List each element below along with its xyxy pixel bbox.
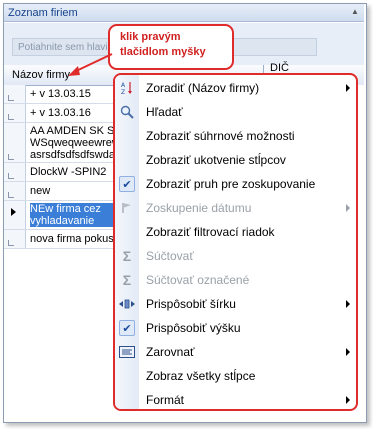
row-indicator[interactable]: [4, 104, 26, 122]
submenu-arrow-icon: [346, 300, 350, 308]
submenu-arrow-icon: [346, 348, 350, 356]
check-icon: ✔: [119, 176, 135, 192]
menu-item-show-all-columns[interactable]: Zobraz všetky stĺpce: [115, 364, 356, 388]
row-indicator[interactable]: [4, 163, 26, 181]
submenu-arrow-icon: [346, 204, 350, 212]
menu-item-label: Formát: [146, 393, 185, 407]
menu-item-label: Prispôsobiť výšku: [146, 321, 241, 335]
sigma-icon: Σ: [122, 248, 132, 264]
menu-item-label: Zoradiť (Názov firmy): [146, 81, 260, 95]
svg-text:Z: Z: [121, 89, 125, 95]
menu-item-sort[interactable]: AZ Zoradiť (Názov firmy): [115, 76, 356, 100]
menu-item-label: Súčtovať: [146, 249, 194, 263]
menu-item-label: Zobraziť filtrovací riadok: [146, 225, 275, 239]
menu-item-label: Zobraziť pruh pre zoskupovanie: [146, 177, 316, 191]
menu-item-fit-width[interactable]: Prispôsobiť šírku: [115, 292, 356, 316]
menu-item-filter-row[interactable]: Zobraziť filtrovací riadok: [115, 220, 356, 244]
align-icon: [119, 344, 135, 360]
scroll-up-icon[interactable]: ▲: [350, 6, 360, 18]
flag-icon: [119, 200, 135, 216]
svg-text:A: A: [121, 82, 126, 89]
menu-item-column-pinning[interactable]: Zobraziť ukotvenie stĺpcov: [115, 148, 356, 172]
search-icon: [119, 104, 135, 120]
row-indicator[interactable]: [4, 85, 26, 103]
annotation-text: klik pravým tlačidlom myšky: [120, 30, 230, 60]
menu-item-align[interactable]: Zarovnať: [115, 340, 356, 364]
window-title: Zoznam firiem: [4, 4, 364, 22]
menu-item-fit-height[interactable]: ✔ Prispôsobiť výšku: [115, 316, 356, 340]
menu-item-sum[interactable]: Σ Súčtovať: [115, 244, 356, 268]
annotation-line-2: tlačidlom myšky: [120, 46, 206, 58]
menu-item-label: Súčtovať označené: [146, 273, 250, 287]
annotation-arrow-icon: [68, 53, 113, 76]
menu-item-label: Zobraziť ukotvenie stĺpcov: [146, 153, 286, 167]
menu-item-sum-selected[interactable]: Σ Súčtovať označené: [115, 268, 356, 292]
row-indicator-current[interactable]: [4, 201, 26, 229]
row-indicator[interactable]: [4, 123, 26, 162]
menu-item-label: Hľadať: [146, 105, 183, 119]
submenu-arrow-icon: [346, 396, 350, 404]
check-icon: ✔: [119, 320, 135, 336]
row-indicator[interactable]: [4, 182, 26, 200]
menu-item-label: Zoskupenie dátumu: [146, 201, 252, 215]
menu-item-search[interactable]: Hľadať: [115, 100, 356, 124]
menu-item-show-group-panel[interactable]: ✔ Zobraziť pruh pre zoskupovanie: [115, 172, 356, 196]
sort-icon: AZ: [119, 80, 135, 96]
menu-item-format[interactable]: Formát: [115, 388, 356, 412]
menu-item-label: Zobraz všetky stĺpce: [146, 369, 256, 383]
sigma-icon: Σ: [122, 272, 132, 288]
menu-item-summary-options[interactable]: Zobraziť súhrnové možnosti: [115, 124, 356, 148]
menu-item-label: Zarovnať: [146, 345, 195, 359]
menu-item-date-grouping[interactable]: Zoskupenie dátumu: [115, 196, 356, 220]
annotation-line-1: klik pravým: [120, 31, 181, 43]
row-indicator[interactable]: [4, 230, 26, 248]
menu-item-label: Prispôsobiť šírku: [146, 297, 236, 311]
menu-item-label: Zobraziť súhrnové možnosti: [146, 129, 295, 143]
submenu-arrow-icon: [346, 84, 350, 92]
fit-width-icon: [119, 296, 135, 312]
